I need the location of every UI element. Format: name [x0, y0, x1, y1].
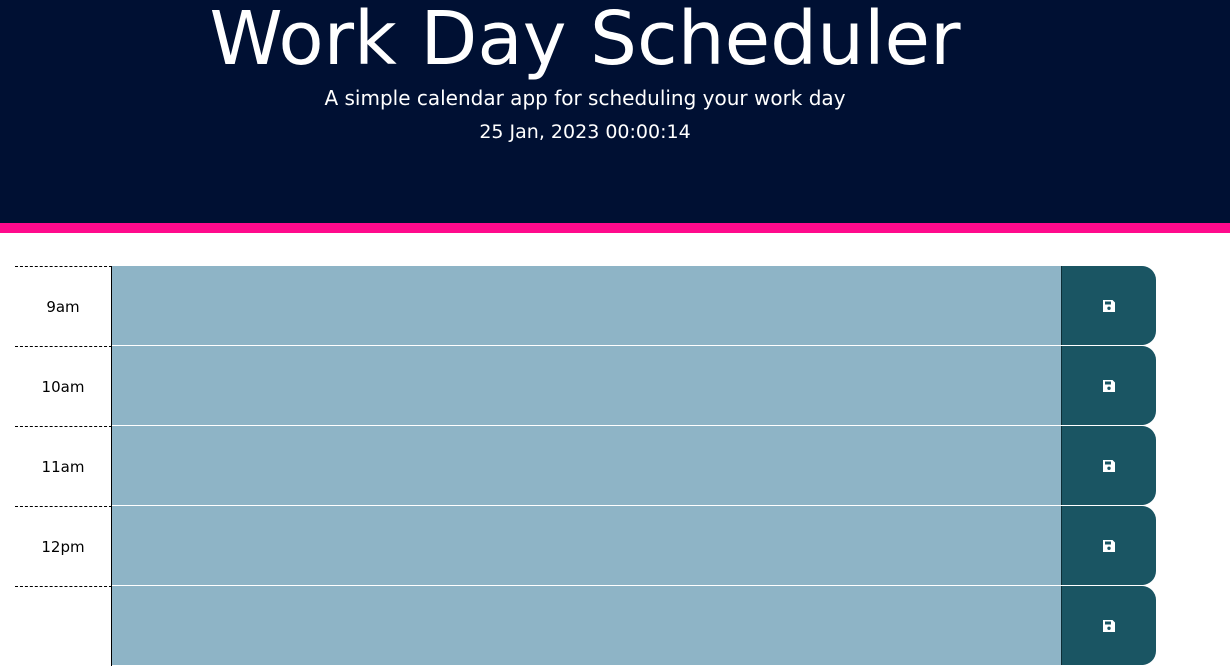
save-button[interactable] — [1061, 346, 1156, 425]
save-button[interactable] — [1061, 506, 1156, 585]
save-button[interactable] — [1061, 586, 1156, 665]
header: Work Day Scheduler A simple calendar app… — [0, 0, 1230, 223]
event-description-input[interactable] — [112, 346, 1061, 426]
event-description-input[interactable] — [112, 586, 1061, 666]
header-accent-bar — [0, 223, 1230, 233]
time-block-12pm: 12pm — [15, 506, 1156, 586]
floppy-disk-icon — [1103, 619, 1115, 632]
page-title: Work Day Scheduler — [209, 0, 961, 82]
current-day: 25 Jan, 2023 00:00:14 — [479, 121, 691, 143]
hour-label: 10am — [15, 346, 112, 426]
event-description-input[interactable] — [112, 426, 1061, 506]
hour-label: 9am — [15, 266, 112, 346]
floppy-disk-icon — [1103, 539, 1115, 552]
floppy-disk-icon — [1103, 299, 1115, 312]
floppy-disk-icon — [1103, 379, 1115, 392]
time-block-11am: 11am — [15, 426, 1156, 506]
time-block-9am: 9am — [15, 266, 1156, 346]
event-description-input[interactable] — [112, 506, 1061, 586]
hour-label: 12pm — [15, 506, 112, 586]
event-description-input[interactable] — [112, 266, 1061, 346]
hour-label: 11am — [15, 426, 112, 506]
schedule-container: 9am 10am 11am 12pm — [15, 266, 1156, 666]
save-button[interactable] — [1061, 266, 1156, 345]
hour-label — [15, 586, 112, 666]
save-button[interactable] — [1061, 426, 1156, 505]
floppy-disk-icon — [1103, 459, 1115, 472]
time-block-10am: 10am — [15, 346, 1156, 426]
time-block-partial — [15, 586, 1156, 666]
page-subtitle: A simple calendar app for scheduling you… — [324, 86, 846, 110]
